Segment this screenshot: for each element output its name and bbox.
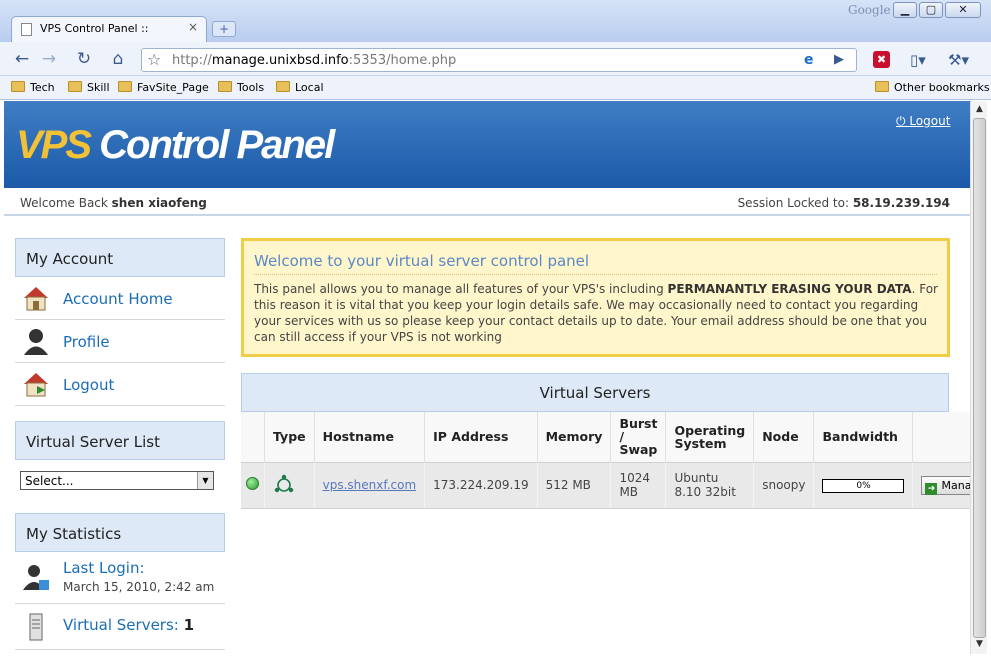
notice-text: This panel allows you to manage all feat…: [254, 282, 938, 344]
bookmark-tech[interactable]: Tech: [11, 81, 55, 94]
virtual-server-list-title: Virtual Server List: [15, 421, 225, 460]
welcome-message: Welcome Back shen xiaofeng: [20, 196, 207, 210]
folder-icon: [11, 81, 25, 92]
bookmark-favsite[interactable]: FavSite_Page: [118, 81, 209, 94]
folder-icon: [218, 81, 232, 92]
wrench-menu-icon[interactable]: ⚒▾: [948, 51, 969, 69]
close-window-button[interactable]: ✕: [945, 2, 981, 18]
address-bar[interactable]: ☆ http://manage.unixbsd.info:5353/home.p…: [141, 48, 857, 72]
user-icon: [24, 329, 48, 355]
other-bookmarks[interactable]: Other bookmarks: [875, 81, 990, 94]
welcome-bar: Welcome Back shen xiaofeng Session Locke…: [4, 188, 970, 216]
ie-tab-icon[interactable]: e: [804, 52, 814, 68]
table-row: vps.shenxf.com 173.224.209.19 512 MB 102…: [241, 461, 970, 509]
col-hostname: Hostname: [314, 412, 426, 462]
my-statistics-title: My Statistics: [15, 513, 225, 552]
col-memory: Memory: [537, 412, 612, 462]
back-icon[interactable]: ←: [11, 49, 33, 69]
bookmarks-bar: Tech Skill FavSite_Page Tools Local Othe…: [0, 76, 991, 100]
col-type: Type: [264, 412, 315, 462]
sidebar-item-profile[interactable]: Profile: [15, 320, 225, 363]
folder-icon: [68, 81, 82, 92]
page-menu-icon[interactable]: ▯▾: [910, 51, 926, 69]
tab-close-icon[interactable]: ×: [188, 20, 198, 34]
burst-cell: 1024 MB: [610, 461, 667, 509]
virtual-servers-table: Type Hostname IP Address Memory Burst / …: [241, 412, 970, 509]
table-header-row: Type Hostname IP Address Memory Burst / …: [241, 412, 970, 462]
stat-last-login: Last Login: March 15, 2010, 2:42 am: [15, 552, 225, 604]
extension-stop-icon[interactable]: ✖: [873, 51, 890, 68]
scroll-down-icon[interactable]: ▼: [973, 639, 986, 651]
house-exit-icon: [24, 373, 48, 397]
node-cell: snoopy: [753, 461, 815, 509]
tab-title: VPS Control Panel ::: [40, 22, 149, 35]
folder-icon: [118, 81, 132, 92]
browser-toolbar: ← → ↻ ⌂ ☆ http://manage.unixbsd.info:535…: [0, 42, 991, 76]
notice-title: Welcome to your virtual server control p…: [254, 252, 937, 275]
memory-cell: 512 MB: [537, 461, 612, 509]
bandwidth-bar: 0%: [822, 479, 905, 493]
folder-icon: [276, 81, 290, 92]
session-lock-info: Session Locked to: 58.19.239.194: [737, 196, 950, 210]
page-favicon-icon: [21, 23, 32, 36]
reload-icon[interactable]: ↻: [73, 49, 95, 69]
status-online-icon: [246, 477, 259, 490]
go-icon[interactable]: ▶: [834, 52, 844, 67]
ip-cell: 173.224.209.19: [424, 461, 538, 509]
power-icon: ⏻: [896, 114, 910, 128]
maximize-button[interactable]: ▢: [919, 2, 943, 18]
ubuntu-type-icon: [274, 474, 294, 492]
browser-titlebar: VPS Control Panel :: × + Google ▁ ▢ ✕: [0, 0, 991, 42]
google-brand-label: Google: [848, 3, 891, 17]
sidebar-item-account-home[interactable]: Account Home: [15, 277, 225, 320]
my-account-title: My Account: [15, 238, 225, 277]
scroll-thumb[interactable]: [973, 118, 986, 638]
bookmark-star-icon[interactable]: ☆: [147, 50, 161, 69]
scroll-up-icon[interactable]: ▲: [973, 104, 986, 116]
col-status: [241, 412, 265, 462]
folder-icon: [875, 81, 889, 92]
page-scrollbar[interactable]: ▲ ▼: [970, 101, 987, 654]
col-ip: IP Address: [424, 412, 538, 462]
server-icon: [29, 613, 43, 641]
col-burst: Burst / Swap: [610, 412, 667, 462]
page-header: VPS Control Panel ⏻ Logout: [4, 101, 970, 188]
stat-virtual-servers: Virtual Servers: 1: [15, 604, 225, 650]
site-logo: VPS Control Panel: [16, 123, 335, 167]
col-actions: [912, 412, 970, 462]
sidebar-item-logout[interactable]: Logout: [15, 363, 225, 406]
page-viewport: VPS Control Panel ⏻ Logout Welcome Back …: [4, 101, 970, 654]
minimize-button[interactable]: ▁: [893, 2, 917, 18]
user-clock-icon: [23, 565, 49, 590]
header-logout-link[interactable]: ⏻ Logout: [896, 114, 950, 129]
col-os: Operating System: [665, 412, 755, 462]
new-tab-button[interactable]: +: [212, 21, 236, 37]
house-icon: [24, 287, 48, 311]
virtual-servers-title: Virtual Servers: [241, 373, 949, 412]
hostname-link[interactable]: vps.shenxf.com: [323, 478, 417, 492]
browser-tab[interactable]: VPS Control Panel :: ×: [11, 16, 207, 42]
bookmark-skill[interactable]: Skill: [68, 81, 110, 94]
url-text[interactable]: http://manage.unixbsd.info:5353/home.php: [172, 53, 456, 68]
home-icon[interactable]: ⌂: [107, 49, 129, 69]
col-bandwidth: Bandwidth: [813, 412, 914, 462]
chevron-down-icon[interactable]: ▼: [197, 472, 213, 489]
bookmark-local[interactable]: Local: [276, 81, 324, 94]
os-cell: Ubuntu 8.10 32bit: [665, 461, 755, 509]
bookmark-tools[interactable]: Tools: [218, 81, 264, 94]
forward-icon[interactable]: →: [38, 49, 60, 69]
col-node: Node: [753, 412, 815, 462]
server-select-dropdown[interactable]: Select... ▼: [20, 471, 214, 490]
welcome-notice: Welcome to your virtual server control p…: [241, 238, 950, 357]
arrow-right-icon: ➜: [925, 482, 938, 495]
manage-button[interactable]: ➜Manage: [921, 475, 970, 495]
